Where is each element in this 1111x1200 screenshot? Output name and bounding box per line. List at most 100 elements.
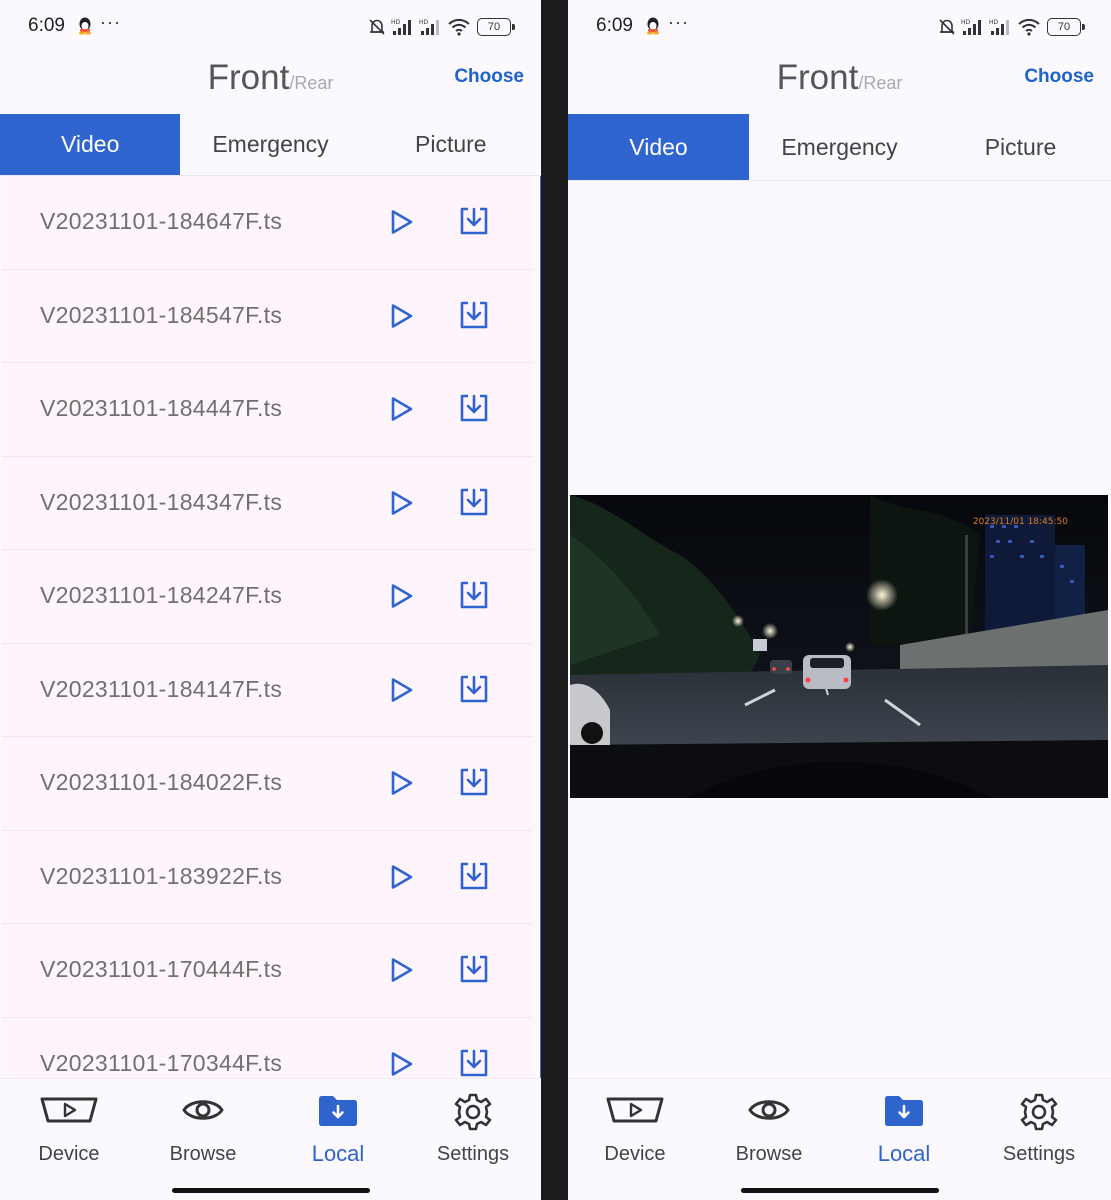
scroll-indicator[interactable] bbox=[540, 176, 541, 1082]
file-name: V20231101-184022F.ts bbox=[40, 769, 283, 795]
nav-local[interactable]: Local bbox=[278, 1079, 398, 1179]
download-icon[interactable] bbox=[458, 673, 490, 705]
file-name: V20231101-184247F.ts bbox=[40, 582, 283, 608]
nav-browse[interactable]: Browse bbox=[143, 1079, 263, 1179]
download-icon[interactable] bbox=[458, 579, 490, 611]
nav-label: Browse bbox=[735, 1143, 803, 1165]
file-list[interactable]: V20231101-184647F.ts V20231101-184547F.t… bbox=[2, 176, 533, 1082]
play-icon[interactable] bbox=[387, 489, 415, 517]
download-icon[interactable] bbox=[458, 1047, 490, 1079]
battery-level: 70 bbox=[1057, 21, 1071, 33]
title-front: Front bbox=[776, 58, 859, 97]
nav-settings[interactable]: Settings bbox=[413, 1079, 533, 1179]
list-item[interactable]: V20231101-184347F.ts bbox=[2, 456, 533, 550]
nav-label: Local bbox=[311, 1141, 365, 1166]
nav-settings[interactable]: Settings bbox=[979, 1079, 1099, 1179]
list-item[interactable]: V20231101-184647F.ts bbox=[2, 176, 533, 270]
list-item[interactable]: V20231101-184147F.ts bbox=[2, 643, 533, 737]
download-icon[interactable] bbox=[458, 299, 490, 331]
play-icon[interactable] bbox=[387, 1050, 415, 1078]
folder-download-icon bbox=[885, 1096, 923, 1126]
tab-video[interactable]: Video bbox=[568, 114, 749, 180]
eye-icon bbox=[748, 1100, 790, 1120]
header: Front/Rear Choose bbox=[568, 52, 1111, 114]
right-screen: 6:09 ··· HD HD 70 Front/Rear Choose Vide… bbox=[568, 0, 1111, 1200]
list-item[interactable]: V20231101-184547F.ts bbox=[2, 269, 533, 363]
gear-icon bbox=[1020, 1093, 1058, 1131]
video-area: 2023/11/01 18:45:50 bbox=[568, 181, 1111, 1074]
battery-level: 70 bbox=[487, 21, 501, 33]
status-icons: HD HD 70 bbox=[937, 14, 1085, 40]
nav-label: Device bbox=[604, 1143, 666, 1165]
play-icon[interactable] bbox=[387, 863, 415, 891]
battery-icon: 70 bbox=[1047, 18, 1085, 36]
tab-emergency[interactable]: Emergency bbox=[180, 114, 360, 175]
list-item[interactable]: V20231101-184247F.ts bbox=[2, 550, 533, 644]
tab-video[interactable]: Video bbox=[0, 114, 181, 175]
status-time: 6:09 bbox=[28, 15, 65, 36]
wifi-icon bbox=[1018, 18, 1040, 36]
play-icon[interactable] bbox=[387, 582, 415, 610]
list-item[interactable]: V20231101-184447F.ts bbox=[2, 363, 533, 457]
bottom-nav: Device Browse Local Settings bbox=[0, 1078, 541, 1200]
dashcam-icon bbox=[606, 1097, 664, 1123]
status-more-icon: ··· bbox=[100, 12, 121, 32]
tab-picture[interactable]: Picture bbox=[930, 114, 1111, 180]
file-name: V20231101-184147F.ts bbox=[40, 675, 283, 702]
status-time: 6:09 bbox=[596, 15, 633, 36]
file-name: V20231101-184447F.ts bbox=[40, 395, 283, 421]
download-icon[interactable] bbox=[458, 953, 490, 985]
play-icon[interactable] bbox=[387, 956, 415, 984]
list-item[interactable]: V20231101-170344F.ts bbox=[2, 1017, 533, 1082]
tab-picture[interactable]: Picture bbox=[361, 114, 541, 175]
choose-button[interactable]: Choose bbox=[1024, 66, 1094, 88]
screen-divider bbox=[541, 0, 568, 1200]
signal-hd-icon-2: HD bbox=[989, 19, 1009, 35]
download-icon[interactable] bbox=[458, 205, 490, 237]
nav-label: Browse bbox=[169, 1143, 237, 1165]
list-item[interactable]: V20231101-184022F.ts bbox=[2, 737, 533, 831]
file-name: V20231101-184647F.ts bbox=[40, 208, 283, 234]
bottom-nav: Device Browse Local Settings bbox=[568, 1078, 1111, 1200]
home-indicator[interactable] bbox=[171, 1188, 370, 1193]
nav-device[interactable]: Device bbox=[575, 1079, 695, 1179]
svg-text:HD: HD bbox=[989, 19, 999, 26]
tab-emergency[interactable]: Emergency bbox=[749, 114, 930, 180]
play-icon[interactable] bbox=[387, 676, 415, 704]
title-rear: /Rear bbox=[858, 73, 903, 93]
play-icon[interactable] bbox=[387, 208, 415, 236]
download-icon[interactable] bbox=[458, 860, 490, 892]
file-name: V20231101-170344F.ts bbox=[40, 1049, 283, 1076]
play-icon[interactable] bbox=[387, 395, 415, 423]
nav-browse[interactable]: Browse bbox=[709, 1079, 829, 1179]
status-more-icon: ··· bbox=[668, 12, 689, 32]
list-item[interactable]: V20231101-183922F.ts bbox=[2, 830, 533, 924]
status-bar: 6:09 ··· HD HD 70 bbox=[0, 0, 541, 52]
status-icons: HD HD 70 bbox=[367, 14, 515, 40]
list-item[interactable]: V20231101-170444F.ts bbox=[2, 924, 533, 1018]
nav-label: Device bbox=[38, 1143, 100, 1165]
download-icon[interactable] bbox=[458, 766, 490, 798]
bell-muted-icon bbox=[939, 19, 955, 35]
app-notification-icon bbox=[79, 17, 91, 35]
choose-button[interactable]: Choose bbox=[454, 66, 524, 88]
battery-icon: 70 bbox=[477, 18, 515, 36]
nav-local[interactable]: Local bbox=[844, 1079, 964, 1179]
file-name: V20231101-183922F.ts bbox=[40, 862, 283, 889]
home-indicator[interactable] bbox=[740, 1188, 939, 1193]
nav-device[interactable]: Device bbox=[9, 1079, 129, 1179]
title-rear: /Rear bbox=[289, 73, 334, 93]
video-player[interactable]: 2023/11/01 18:45:50 bbox=[570, 495, 1108, 798]
play-icon[interactable] bbox=[387, 302, 415, 330]
eye-icon bbox=[182, 1100, 224, 1120]
nav-label: Settings bbox=[1002, 1143, 1076, 1165]
nav-label: Settings bbox=[436, 1143, 510, 1165]
dashcam-icon bbox=[40, 1097, 98, 1123]
title-front: Front bbox=[207, 58, 290, 97]
play-icon[interactable] bbox=[387, 769, 415, 797]
header: Front/Rear Choose bbox=[0, 52, 541, 114]
video-timestamp: 2023/11/01 18:45:50 bbox=[972, 517, 1068, 527]
tab-bar: Video Emergency Picture bbox=[568, 114, 1111, 181]
download-icon[interactable] bbox=[458, 486, 490, 518]
download-icon[interactable] bbox=[458, 392, 490, 424]
